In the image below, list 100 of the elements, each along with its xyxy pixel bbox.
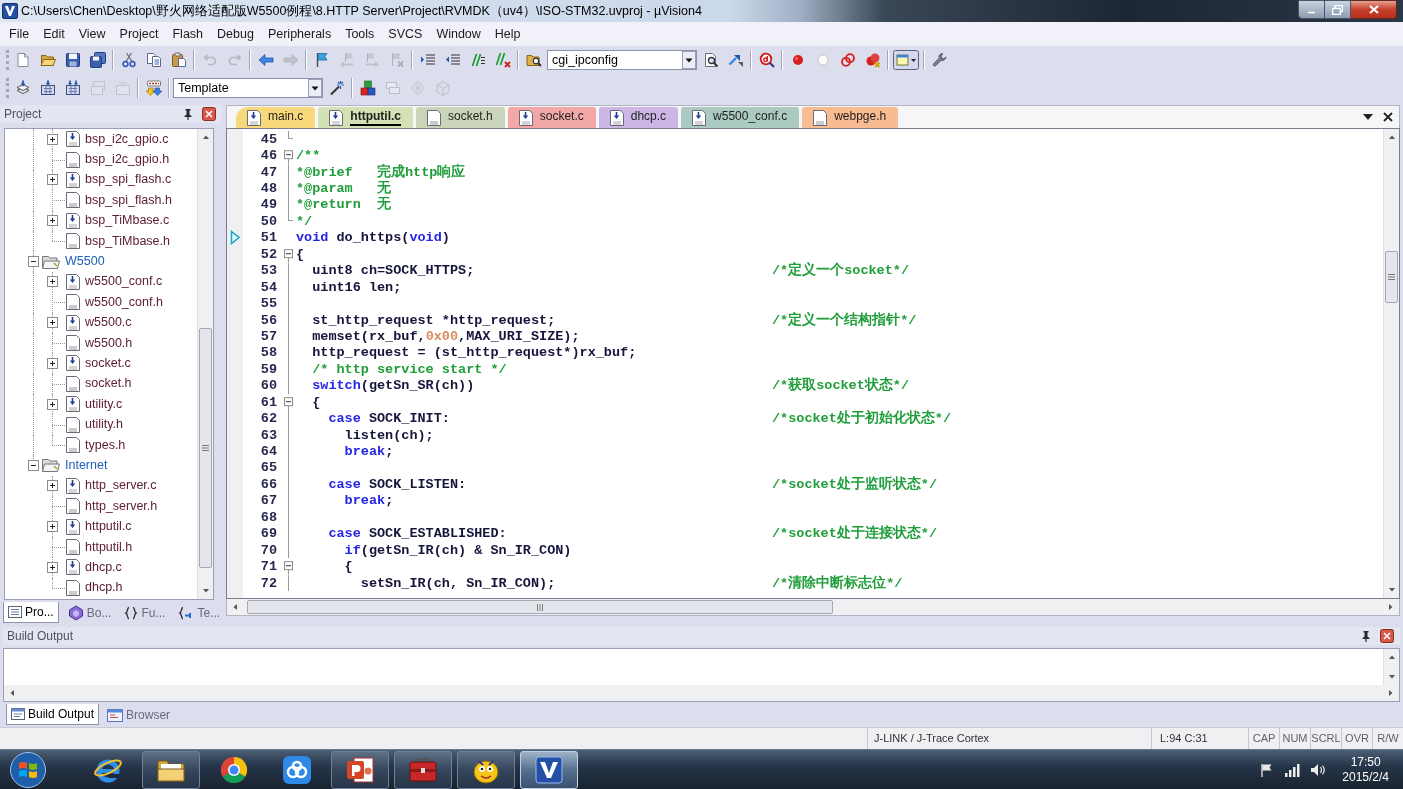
diagonal-arrows-icon[interactable] — [727, 52, 744, 68]
panel-tab[interactable]: Build Output — [6, 704, 100, 725]
tree-item[interactable]: w5500.c — [85, 315, 132, 331]
tree-item[interactable]: W5500 — [65, 254, 105, 270]
toolbox-icon[interactable] — [408, 755, 438, 784]
menu-item[interactable]: Window — [429, 24, 488, 44]
scissors-icon[interactable] — [120, 52, 137, 68]
tree-item[interactable]: utility.h — [85, 417, 123, 433]
close-icon[interactable] — [202, 107, 216, 121]
dots-cross-icon[interactable] — [864, 52, 881, 68]
panel-tab[interactable]: Bo... — [63, 602, 116, 623]
presentation-icon[interactable] — [345, 754, 375, 785]
toolbar-grip[interactable] — [6, 78, 9, 98]
menu-item[interactable]: View — [71, 24, 113, 44]
chevron-app-icon[interactable] — [534, 754, 564, 785]
tree-item[interactable]: types.h — [85, 437, 126, 453]
scroll-thumb[interactable] — [247, 600, 833, 614]
two-pages-icon[interactable] — [145, 52, 162, 68]
slashes-icon[interactable] — [469, 52, 486, 68]
tree-item[interactable]: httputil.h — [85, 539, 133, 555]
tree-item[interactable]: http_server.h — [85, 498, 158, 514]
tree-item[interactable]: socket.h — [85, 376, 132, 392]
menu-item[interactable]: SVCS — [381, 24, 430, 44]
panel-tab[interactable]: Te... — [174, 602, 225, 623]
tree-item[interactable]: bsp_i2c_gpio.c — [85, 131, 169, 147]
download-arrows-icon[interactable] — [145, 80, 162, 96]
plus-box-icon[interactable] — [47, 521, 58, 533]
taskbar-button[interactable] — [331, 750, 389, 789]
fold-toggle-icon[interactable] — [284, 558, 293, 575]
magic-wand-icon[interactable] — [328, 80, 345, 96]
tree-item[interactable]: w5500.h — [85, 335, 133, 351]
close-button[interactable] — [1351, 0, 1397, 19]
file-tab[interactable]: w5500_conf.c — [681, 107, 800, 128]
plus-box-icon[interactable] — [47, 480, 58, 492]
cloud-app-icon[interactable] — [282, 754, 312, 785]
fold-toggle-icon[interactable] — [284, 147, 293, 164]
fold-toggle-icon[interactable] — [284, 246, 293, 263]
file-tab[interactable]: socket.c — [507, 107, 596, 128]
plus-box-icon[interactable] — [47, 133, 58, 145]
outdent-icon[interactable] — [444, 52, 461, 68]
menu-item[interactable]: Tools — [338, 24, 382, 44]
panel-tab[interactable]: Pro... — [3, 602, 59, 623]
stack-arrow-icon[interactable] — [14, 80, 31, 96]
open-folder-icon[interactable] — [39, 52, 56, 68]
hollow-dot-icon[interactable] — [814, 52, 831, 68]
pin-icon[interactable] — [183, 108, 193, 120]
tree-item[interactable]: httputil.c — [85, 519, 132, 535]
minus-box-icon[interactable] — [28, 459, 39, 471]
menu-item[interactable]: Debug — [210, 24, 261, 44]
plus-box-icon[interactable] — [47, 276, 58, 288]
browser-ring-icon[interactable] — [219, 754, 249, 785]
menu-item[interactable]: Project — [112, 24, 166, 44]
taskbar-button[interactable] — [142, 750, 200, 789]
menu-item[interactable]: Help — [487, 24, 528, 44]
plus-box-icon[interactable] — [47, 317, 58, 329]
menu-item[interactable]: Edit — [36, 24, 72, 44]
panel-tab[interactable]: Fu... — [120, 602, 170, 623]
folder-lens-icon[interactable] — [525, 52, 542, 68]
file-tab[interactable]: main.c — [236, 107, 316, 128]
tree-item[interactable]: bsp_TiMbase.c — [85, 213, 170, 229]
grid-arrows-icon[interactable] — [64, 80, 81, 96]
taskbar-button[interactable] — [457, 750, 515, 789]
close-icon[interactable] — [1383, 112, 1393, 122]
tree-item[interactable]: socket.c — [85, 356, 131, 371]
grid-arrow-icon[interactable] — [39, 80, 56, 96]
wrench-icon[interactable] — [931, 52, 948, 68]
tree-item[interactable]: Internet — [65, 457, 108, 473]
tree-item[interactable]: bsp_spi_flash.c — [85, 172, 172, 188]
minus-box-icon[interactable] — [28, 256, 39, 268]
vertical-scrollbar[interactable] — [197, 129, 213, 599]
slashes-cross-icon[interactable] — [494, 52, 511, 68]
page-lens-icon[interactable] — [702, 52, 719, 68]
plus-box-icon[interactable] — [47, 561, 58, 573]
lens-icon[interactable] — [758, 52, 775, 68]
file-tab[interactable]: socket.h — [416, 107, 505, 128]
plus-box-icon[interactable] — [47, 174, 58, 186]
speaker-icon[interactable] — [1310, 762, 1327, 777]
horizontal-scrollbar[interactable] — [4, 685, 1399, 701]
horizontal-scrollbar[interactable] — [227, 599, 1399, 615]
caret-icon[interactable] — [1363, 114, 1373, 120]
tree-item[interactable]: bsp_spi_flash.h — [85, 192, 172, 208]
tree-item[interactable]: bsp_TiMbase.h — [85, 233, 170, 249]
floppy-disks-icon[interactable] — [89, 52, 106, 68]
file-tab[interactable]: webpge.h — [802, 107, 899, 128]
plus-box-icon[interactable] — [47, 358, 58, 369]
clock-time[interactable]: 17:50 — [1350, 754, 1381, 770]
indent-icon[interactable] — [419, 52, 436, 68]
menu-item[interactable]: Peripherals — [260, 24, 339, 44]
clock-date[interactable]: 2015/2/4 — [1342, 769, 1389, 785]
tree-item[interactable]: bsp_i2c_gpio.h — [85, 152, 170, 168]
blank-page-icon[interactable] — [14, 52, 31, 68]
tree-item[interactable]: utility.c — [85, 396, 123, 412]
tree-item[interactable]: w5500_conf.c — [85, 274, 163, 290]
window-dropdown-icon[interactable] — [893, 50, 919, 70]
scroll-thumb[interactable] — [199, 328, 212, 568]
plus-box-icon[interactable] — [47, 215, 58, 227]
tree-item[interactable]: http_server.c — [85, 478, 157, 494]
tree-item[interactable]: w5500_conf.h — [85, 294, 163, 310]
combo-box[interactable]: cgi_ipconfig — [547, 50, 697, 70]
clipboard-icon[interactable] — [170, 52, 187, 68]
